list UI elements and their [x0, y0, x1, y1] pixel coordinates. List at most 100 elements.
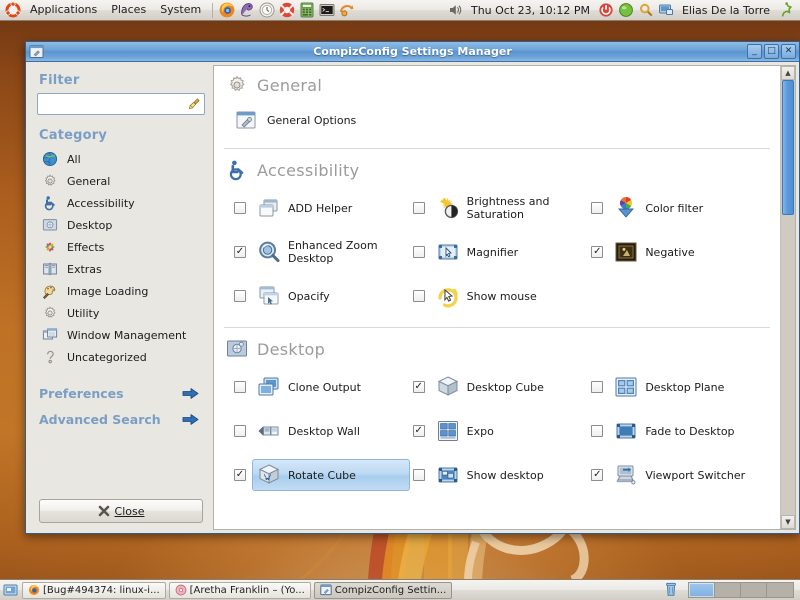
presence-online-icon[interactable]	[617, 1, 635, 19]
plugin-body[interactable]: Desktop Wall	[252, 415, 367, 447]
close-window-button[interactable]: ✕	[781, 44, 796, 59]
plugin-checkbox[interactable]: ✓	[412, 381, 425, 393]
plugin-body[interactable]: Clone Output	[252, 371, 368, 403]
sidebar-item-general[interactable]: General	[37, 170, 205, 192]
plugin-item-show-mouse[interactable]: Show mouse	[412, 275, 592, 317]
sidebar-item-utility[interactable]: Utility	[37, 302, 205, 324]
workspace-1[interactable]	[689, 583, 715, 597]
plugin-body[interactable]: Rotate Cube	[252, 459, 410, 491]
menu-places[interactable]: Places	[104, 0, 153, 20]
workspace-2[interactable]	[715, 583, 741, 597]
plugin-body[interactable]: Expo	[431, 415, 501, 447]
plugin-checkbox[interactable]: ✓	[591, 246, 604, 258]
display-icon[interactable]	[657, 1, 675, 19]
sidebar-item-accessibility[interactable]: Accessibility	[37, 192, 205, 214]
plugin-body[interactable]: Desktop Plane	[609, 371, 731, 403]
workspace-4[interactable]	[767, 583, 793, 597]
plugin-item-desktop-cube[interactable]: ✓ Desktop Cube	[412, 366, 592, 408]
scroll-up-button[interactable]: ▲	[781, 66, 795, 80]
workspace-switcher[interactable]	[688, 582, 794, 598]
terminal-icon[interactable]	[318, 1, 336, 19]
plugin-body[interactable]: Viewport Switcher	[609, 459, 752, 491]
plugin-checkbox[interactable]	[234, 202, 246, 214]
plugin-body[interactable]: Fade to Desktop	[609, 415, 741, 447]
broom-clear-icon[interactable]	[187, 97, 201, 111]
plugin-checkbox[interactable]: ✓	[591, 469, 604, 481]
workspace-3[interactable]	[741, 583, 767, 597]
sidebar-item-uncategorized[interactable]: Uncategorized	[37, 346, 205, 368]
window-title-bar[interactable]: CompizConfig Settings Manager _ □ ✕	[26, 42, 799, 62]
preferences-link[interactable]: Preferences	[37, 380, 205, 406]
volume-icon[interactable]	[446, 1, 464, 19]
plugin-body[interactable]: Opacify	[252, 280, 337, 312]
plugin-checkbox[interactable]: ✓	[234, 469, 246, 481]
plugin-checkbox[interactable]	[234, 290, 246, 302]
user-name[interactable]: Elias De la Torre	[676, 4, 776, 17]
shutdown-icon[interactable]	[597, 1, 615, 19]
plugin-item-brightness-and-saturation[interactable]: Brightness and Saturation	[412, 187, 592, 229]
filter-input[interactable]	[37, 93, 205, 115]
plugin-checkbox[interactable]	[412, 290, 425, 302]
plugin-checkbox[interactable]	[412, 246, 425, 258]
plugin-scroll-area[interactable]: General General Options Accessibility AD…	[214, 66, 780, 529]
sidebar-item-desktop[interactable]: Desktop	[37, 214, 205, 236]
close-button[interactable]: Close	[39, 499, 203, 523]
scrollbar-thumb[interactable]	[782, 80, 794, 215]
plugin-checkbox[interactable]: ✓	[412, 425, 425, 437]
minimize-button[interactable]: _	[747, 44, 762, 59]
menu-applications[interactable]: Applications	[23, 0, 104, 20]
plugin-checkbox[interactable]	[591, 381, 604, 393]
plugin-body[interactable]: Magnifier	[431, 236, 525, 268]
plugin-checkbox[interactable]: ✓	[234, 246, 246, 258]
trash-icon[interactable]	[663, 581, 681, 599]
plugin-item-enhanced-zoom-desktop[interactable]: ✓ Enhanced Zoom Desktop	[234, 231, 413, 273]
clock[interactable]: Thu Oct 23, 10:12 PM	[465, 4, 596, 17]
sidebar-item-all[interactable]: All	[37, 148, 205, 170]
plugin-checkbox[interactable]	[234, 425, 246, 437]
update-manager-icon[interactable]	[338, 1, 356, 19]
plugin-body[interactable]: Color filter	[609, 192, 710, 224]
plugin-body[interactable]: Brightness and Saturation	[431, 191, 592, 225]
sidebar-item-extras[interactable]: Extras	[37, 258, 205, 280]
plugin-item-expo[interactable]: ✓ Expo	[412, 410, 592, 452]
lifering-help-icon[interactable]	[278, 1, 296, 19]
sidebar-item-effects[interactable]: Effects	[37, 236, 205, 258]
plugin-checkbox[interactable]	[412, 202, 425, 214]
show-desktop-button[interactable]	[2, 582, 19, 599]
sidebar-item-window-management[interactable]: Window Management	[37, 324, 205, 346]
advanced-search-link[interactable]: Advanced Search	[37, 406, 205, 432]
plugin-item-opacify[interactable]: Opacify	[234, 275, 413, 317]
plugin-item-desktop-wall[interactable]: Desktop Wall	[234, 410, 413, 452]
plugin-item-clone-output[interactable]: Clone Output	[234, 366, 413, 408]
plugin-checkbox[interactable]	[591, 202, 604, 214]
search-icon[interactable]	[637, 1, 655, 19]
task-button-firefox[interactable]: [Bug#494374: linux-i...	[22, 581, 166, 599]
plugin-checkbox[interactable]	[412, 469, 425, 481]
calculator-icon[interactable]	[298, 1, 316, 19]
plugin-item-fade-to-desktop[interactable]: Fade to Desktop	[591, 410, 770, 452]
plugin-item-magnifier[interactable]: Magnifier	[412, 231, 592, 273]
firefox-icon[interactable]	[218, 1, 236, 19]
plugin-item-show-desktop[interactable]: Show desktop	[412, 454, 592, 496]
scroll-down-button[interactable]: ▼	[781, 515, 795, 529]
evolution-mail-icon[interactable]	[238, 1, 256, 19]
plugin-item-desktop-plane[interactable]: Desktop Plane	[591, 366, 770, 408]
sidebar-item-image-loading[interactable]: Image Loading	[37, 280, 205, 302]
plugin-body[interactable]: ADD Helper	[252, 192, 359, 224]
plugin-item-viewport-switcher[interactable]: ✓ Viewport Switcher	[591, 454, 770, 496]
plugin-body[interactable]: Show mouse	[431, 280, 544, 312]
plugin-item-negative[interactable]: ✓ Negative	[591, 231, 770, 273]
task-button-rhythmbox[interactable]: [Aretha Franklin – (Yo...	[168, 581, 311, 599]
maximize-button[interactable]: □	[764, 44, 779, 59]
plugin-body[interactable]: Desktop Cube	[431, 371, 551, 403]
logout-icon[interactable]	[777, 1, 795, 19]
plugin-body[interactable]: Negative	[609, 236, 701, 268]
plugin-checkbox[interactable]	[234, 381, 246, 393]
plugin-item-rotate-cube[interactable]: ✓ Rotate Cube	[234, 454, 413, 496]
plugin-checkbox[interactable]	[591, 425, 604, 437]
plugin-item-color-filter[interactable]: Color filter	[591, 187, 770, 229]
plugin-item-add-helper[interactable]: ADD Helper	[234, 187, 413, 229]
task-button-ccsm[interactable]: CompizConfig Settin...	[313, 581, 453, 599]
plugin-item-general-options[interactable]: General Options	[224, 102, 770, 138]
menu-system[interactable]: System	[153, 0, 208, 20]
